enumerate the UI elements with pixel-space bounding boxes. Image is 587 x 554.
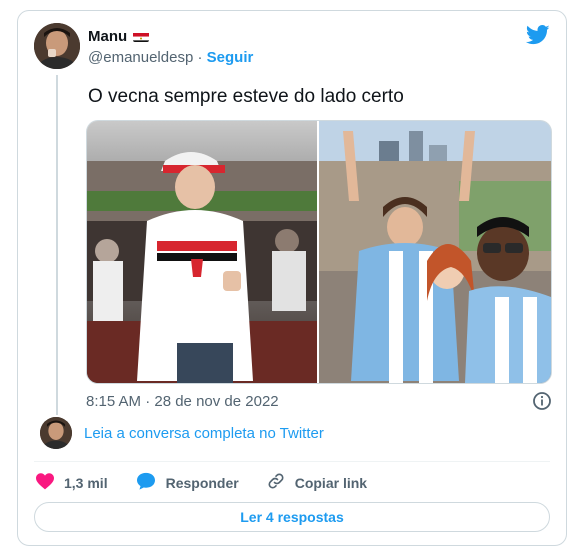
thread-line bbox=[56, 75, 58, 415]
author-avatar[interactable] bbox=[34, 23, 80, 69]
read-conversation-link[interactable]: Leia a conversa completa no Twitter bbox=[84, 425, 324, 442]
display-name[interactable]: Manu bbox=[88, 28, 127, 45]
author-handle[interactable]: @emanueldesp bbox=[88, 49, 193, 66]
egypt-flag-icon bbox=[133, 31, 150, 42]
tweet-card: Manu @emanueldesp · Seguir O vecna sempr… bbox=[17, 10, 567, 546]
divider bbox=[34, 461, 550, 462]
like-button[interactable]: 1,3 mil bbox=[36, 472, 108, 493]
tweet-media[interactable] bbox=[86, 120, 552, 384]
copy-link-button[interactable]: Copiar link bbox=[267, 472, 367, 493]
info-icon[interactable] bbox=[532, 391, 552, 416]
copy-link-label: Copiar link bbox=[294, 474, 368, 491]
follow-button[interactable]: Seguir bbox=[207, 49, 254, 66]
tweet-photo-2[interactable] bbox=[319, 121, 551, 383]
reply-label: Responder bbox=[165, 474, 239, 491]
reply-button[interactable]: Responder bbox=[136, 472, 239, 493]
heart-icon bbox=[36, 472, 54, 493]
separator: · bbox=[193, 49, 207, 66]
speech-bubble-icon bbox=[136, 472, 156, 493]
twitter-bird-icon[interactable] bbox=[525, 25, 550, 50]
author-avatar-small[interactable] bbox=[40, 417, 72, 449]
tweet-timestamp[interactable]: 8:15 AM · 28 de nov de 2022 bbox=[86, 393, 279, 410]
read-replies-button[interactable]: Ler 4 respostas bbox=[34, 502, 550, 532]
tweet-text: O vecna sempre esteve do lado certo bbox=[88, 86, 404, 107]
tweet-photo-1[interactable] bbox=[87, 121, 319, 383]
link-icon bbox=[267, 472, 285, 493]
like-count: 1,3 mil bbox=[64, 474, 108, 491]
